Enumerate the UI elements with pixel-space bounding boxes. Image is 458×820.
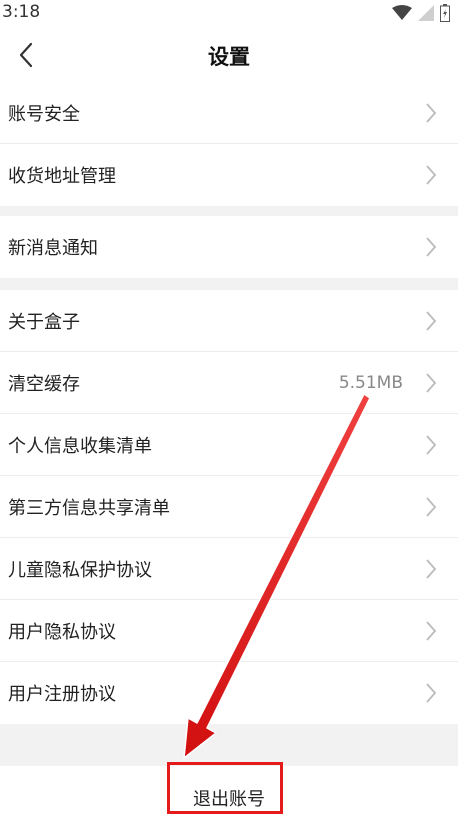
chevron-right-icon xyxy=(426,435,437,455)
row-label: 账号安全 xyxy=(8,103,80,125)
row-new-message-notification[interactable]: 新消息通知 xyxy=(0,216,458,278)
row-user-registration-agreement[interactable]: 用户注册协议 xyxy=(0,662,458,724)
row-label: 清空缓存 xyxy=(8,373,80,395)
row-label: 第三方信息共享清单 xyxy=(8,497,170,519)
cache-size-value: 5.51MB xyxy=(338,372,403,393)
chevron-right-icon xyxy=(426,311,437,331)
row-label: 个人信息收集清单 xyxy=(8,435,152,457)
status-bar: 3:18 xyxy=(0,0,458,26)
status-icons xyxy=(392,4,450,22)
row-label: 收货地址管理 xyxy=(8,166,116,187)
page-title: 设置 xyxy=(208,45,250,69)
battery-icon xyxy=(440,4,450,22)
status-time: 3:18 xyxy=(2,2,41,22)
row-account-security[interactable]: 账号安全 xyxy=(0,82,458,144)
row-child-privacy-agreement[interactable]: 儿童隐私保护协议 xyxy=(0,538,458,600)
chevron-right-icon xyxy=(426,103,437,123)
settings-group-notifications: 新消息通知 xyxy=(0,216,458,278)
chevron-right-icon xyxy=(426,373,437,393)
signal-icon xyxy=(418,5,434,21)
row-user-privacy-agreement[interactable]: 用户隐私协议 xyxy=(0,600,458,662)
settings-group-about: 关于盒子 清空缓存 5.51MB 个人信息收集清单 第三方信息共享清单 儿童隐私… xyxy=(0,290,458,724)
settings-group-account: 账号安全 收货地址管理 xyxy=(0,82,458,206)
logout-button[interactable]: 退出账号 xyxy=(0,766,458,820)
chevron-right-icon xyxy=(426,165,437,185)
chevron-right-icon xyxy=(426,497,437,517)
chevron-right-icon xyxy=(426,237,437,257)
row-label: 关于盒子 xyxy=(8,311,80,333)
row-label: 儿童隐私保护协议 xyxy=(8,559,152,581)
wifi-icon xyxy=(392,5,412,20)
row-personal-info-list[interactable]: 个人信息收集清单 xyxy=(0,414,458,476)
row-label: 用户隐私协议 xyxy=(8,621,116,643)
chevron-right-icon xyxy=(426,559,437,579)
row-third-party-sharing-list[interactable]: 第三方信息共享清单 xyxy=(0,476,458,538)
row-clear-cache[interactable]: 清空缓存 5.51MB xyxy=(0,352,458,414)
logout-label: 退出账号 xyxy=(193,789,265,810)
chevron-right-icon xyxy=(426,621,437,641)
row-about[interactable]: 关于盒子 xyxy=(0,290,458,352)
row-label: 新消息通知 xyxy=(8,238,98,259)
row-shipping-address[interactable]: 收货地址管理 xyxy=(0,144,458,206)
nav-bar: 设置 xyxy=(0,26,458,84)
chevron-right-icon xyxy=(426,683,437,703)
row-label: 用户注册协议 xyxy=(8,684,116,705)
